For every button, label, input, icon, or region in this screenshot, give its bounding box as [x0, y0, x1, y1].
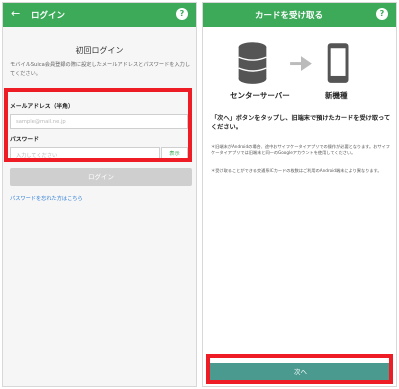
help-icon[interactable]: ? — [376, 8, 388, 20]
page-title: ログイン — [31, 11, 66, 21]
login-heading: 初回ログイン — [75, 46, 124, 55]
highlight-frame-login-fields — [4, 88, 192, 162]
login-screen: ← ログイン ? 初回ログイン モバイルSuica会員登録の際に設定したメールア… — [2, 2, 197, 387]
smartphone-icon — [327, 43, 349, 83]
server-icon — [238, 42, 267, 84]
app-bar: ← ログイン ? — [3, 3, 196, 27]
note-android: ＊旧端末がAndroidの場合、途中おサイフケータイアプリでの操作が必要となりま… — [211, 144, 390, 155]
help-icon[interactable]: ? — [176, 8, 188, 20]
login-description: モバイルSuica会員登録の際に設定したメールアドレスとパスワードを入力してくだ… — [10, 62, 191, 77]
receive-card-screen: カードを受け取る ? センターサーバー 新機種 「次へ」ボタンをタップし、旧端末… — [202, 2, 397, 387]
arrow-right-icon — [290, 56, 312, 71]
server-label: センターサーバー — [230, 91, 290, 100]
arrow-left-icon[interactable]: ← — [11, 8, 20, 20]
note-card-count: ＊受け取ることができる交通系ICカードの枚数はご利用のAndroid端末により異… — [211, 168, 382, 173]
instruction-text: 「次へ」ボタンをタップし、旧端末で預けたカードを受け取ってください。 — [211, 115, 391, 131]
forgot-password-link[interactable]: パスワードを忘れた方はこちら — [10, 195, 83, 202]
app-bar: カードを受け取る ? — [203, 3, 396, 27]
page-title: カードを受け取る — [255, 11, 324, 21]
login-button[interactable]: ログイン — [10, 168, 192, 186]
screenshot-stage: ← ログイン ? 初回ログイン モバイルSuica会員登録の際に設定したメールア… — [0, 0, 399, 389]
device-label: 新機種 — [325, 91, 348, 100]
highlight-frame-next-button — [206, 354, 393, 384]
